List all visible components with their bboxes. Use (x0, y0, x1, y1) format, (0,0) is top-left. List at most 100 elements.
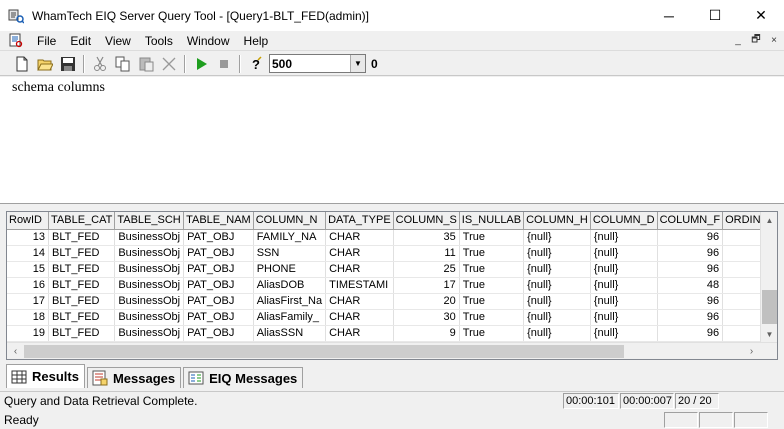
table-cell[interactable]: {null} (523, 261, 591, 278)
table-cell[interactable]: {null} (523, 293, 591, 310)
table-cell[interactable]: 9 (393, 325, 460, 342)
vertical-scrollbar[interactable]: ▲ ▼ (760, 212, 777, 343)
save-icon[interactable] (56, 53, 79, 75)
table-cell[interactable]: 48 (657, 277, 724, 294)
table-cell[interactable]: {null} (523, 309, 591, 326)
table-cell[interactable]: 17 (7, 293, 49, 310)
column-header[interactable]: DATA_TYPE (325, 212, 394, 230)
table-cell[interactable]: True (459, 309, 525, 326)
results-grid[interactable]: RowID TABLE_CAT TABLE_SCH TABLE_NAM COLU… (6, 211, 778, 360)
table-row[interactable]: 17 BLT_FED BusinessObj PAT_OBJ AliasFirst_Na… (7, 293, 777, 310)
table-cell[interactable]: PAT_OBJ (183, 245, 254, 262)
table-cell[interactable]: {null} (523, 277, 591, 294)
table-cell[interactable]: BusinessObj (114, 229, 185, 246)
menu-window[interactable]: Window (180, 31, 237, 51)
help-icon[interactable]: ? (244, 53, 267, 75)
table-cell[interactable]: BLT_FED (48, 325, 116, 342)
table-cell[interactable]: 11 (393, 245, 460, 262)
column-header[interactable]: RowID (7, 212, 49, 230)
scroll-right-icon[interactable]: › (743, 343, 760, 359)
mdi-close-button[interactable]: × (766, 33, 782, 47)
table-cell[interactable]: CHAR (325, 293, 394, 310)
table-cell[interactable]: {null} (590, 325, 658, 342)
table-cell[interactable]: {null} (590, 293, 658, 310)
table-cell[interactable]: PHONE (253, 261, 327, 278)
menu-file[interactable]: File (30, 31, 63, 51)
column-header[interactable]: IS_NULLAB (459, 212, 525, 230)
query-editor[interactable]: schema columns (0, 77, 784, 204)
table-cell[interactable]: True (459, 325, 525, 342)
table-cell[interactable]: BLT_FED (48, 277, 116, 294)
vertical-scroll-thumb[interactable] (762, 290, 777, 324)
menu-help[interactable]: Help (237, 31, 276, 51)
table-cell[interactable]: PAT_OBJ (183, 309, 254, 326)
table-cell[interactable]: BLT_FED (48, 309, 116, 326)
table-cell[interactable]: {null} (590, 261, 658, 278)
column-header[interactable]: COLUMN_S (393, 212, 460, 230)
query-text[interactable]: schema columns (0, 77, 784, 96)
horizontal-scroll-thumb[interactable] (24, 345, 624, 358)
table-cell[interactable]: BLT_FED (48, 229, 116, 246)
menu-edit[interactable]: Edit (63, 31, 98, 51)
table-cell[interactable]: BusinessObj (114, 261, 185, 278)
table-cell[interactable]: True (459, 293, 525, 310)
table-cell[interactable]: 30 (393, 309, 460, 326)
table-cell[interactable]: {null} (523, 245, 591, 262)
column-header[interactable]: COLUMN_D (590, 212, 658, 230)
row-limit-combo[interactable]: 500 ▼ (269, 54, 366, 73)
menu-view[interactable]: View (98, 31, 138, 51)
table-row[interactable]: 13 BLT_FED BusinessObj PAT_OBJ FAMILY_NA CHAR… (7, 229, 777, 246)
scroll-left-icon[interactable]: ‹ (7, 343, 24, 359)
maximize-button[interactable]: ☐ (692, 0, 738, 31)
table-row[interactable]: 14 BLT_FED BusinessObj PAT_OBJ SSN CHAR 11 True… (7, 245, 777, 262)
table-cell[interactable]: True (459, 277, 525, 294)
table-cell[interactable]: BusinessObj (114, 293, 185, 310)
table-cell[interactable]: 14 (7, 245, 49, 262)
tab-eiq-messages[interactable]: EIQ Messages (183, 367, 304, 388)
table-cell[interactable]: {null} (590, 277, 658, 294)
table-cell[interactable]: 20 (393, 293, 460, 310)
table-cell[interactable]: AliasFirst_Na (253, 293, 327, 310)
query-window-icon[interactable] (8, 33, 24, 49)
cut-icon[interactable] (88, 53, 111, 75)
table-cell[interactable]: BusinessObj (114, 245, 185, 262)
mdi-minimize-button[interactable]: _ (730, 33, 746, 47)
table-cell[interactable]: True (459, 245, 525, 262)
table-cell[interactable]: BLT_FED (48, 245, 116, 262)
stop-icon[interactable] (212, 53, 235, 75)
chevron-down-icon[interactable]: ▼ (350, 55, 365, 72)
mdi-restore-button[interactable]: 🗗 (748, 33, 764, 47)
tab-results[interactable]: Results (6, 364, 85, 388)
copy-icon[interactable] (111, 53, 134, 75)
scroll-down-icon[interactable]: ▼ (761, 326, 777, 343)
table-cell[interactable]: AliasFamily_ (253, 309, 327, 326)
delete-icon[interactable] (157, 53, 180, 75)
editor-results-splitter[interactable] (0, 204, 784, 211)
column-header[interactable]: COLUMN_F (657, 212, 724, 230)
table-row[interactable]: 18 BLT_FED BusinessObj PAT_OBJ AliasFamily_ C… (7, 309, 777, 326)
column-header[interactable]: COLUMN_H (523, 212, 591, 230)
open-folder-icon[interactable] (33, 53, 56, 75)
table-cell[interactable]: PAT_OBJ (183, 293, 254, 310)
table-cell[interactable]: CHAR (325, 245, 394, 262)
table-cell[interactable]: 96 (657, 261, 724, 278)
table-cell[interactable]: True (459, 229, 525, 246)
tab-messages[interactable]: Messages (86, 367, 182, 388)
column-header[interactable]: COLUMN_N (253, 212, 327, 230)
table-cell[interactable]: BusinessObj (114, 277, 185, 294)
paste-icon[interactable] (134, 53, 157, 75)
table-cell[interactable]: CHAR (325, 325, 394, 342)
table-cell[interactable]: 25 (393, 261, 460, 278)
column-header[interactable]: TABLE_NAM (183, 212, 254, 230)
table-cell[interactable]: 96 (657, 245, 724, 262)
table-cell[interactable]: CHAR (325, 261, 394, 278)
table-cell[interactable]: CHAR (325, 309, 394, 326)
table-cell[interactable]: 35 (393, 229, 460, 246)
table-cell[interactable]: PAT_OBJ (183, 325, 254, 342)
table-cell[interactable]: CHAR (325, 229, 394, 246)
new-file-icon[interactable] (10, 53, 33, 75)
close-button[interactable]: ✕ (738, 0, 784, 31)
scroll-up-icon[interactable]: ▲ (761, 212, 777, 229)
table-cell[interactable]: 96 (657, 309, 724, 326)
table-cell[interactable]: FAMILY_NA (253, 229, 327, 246)
